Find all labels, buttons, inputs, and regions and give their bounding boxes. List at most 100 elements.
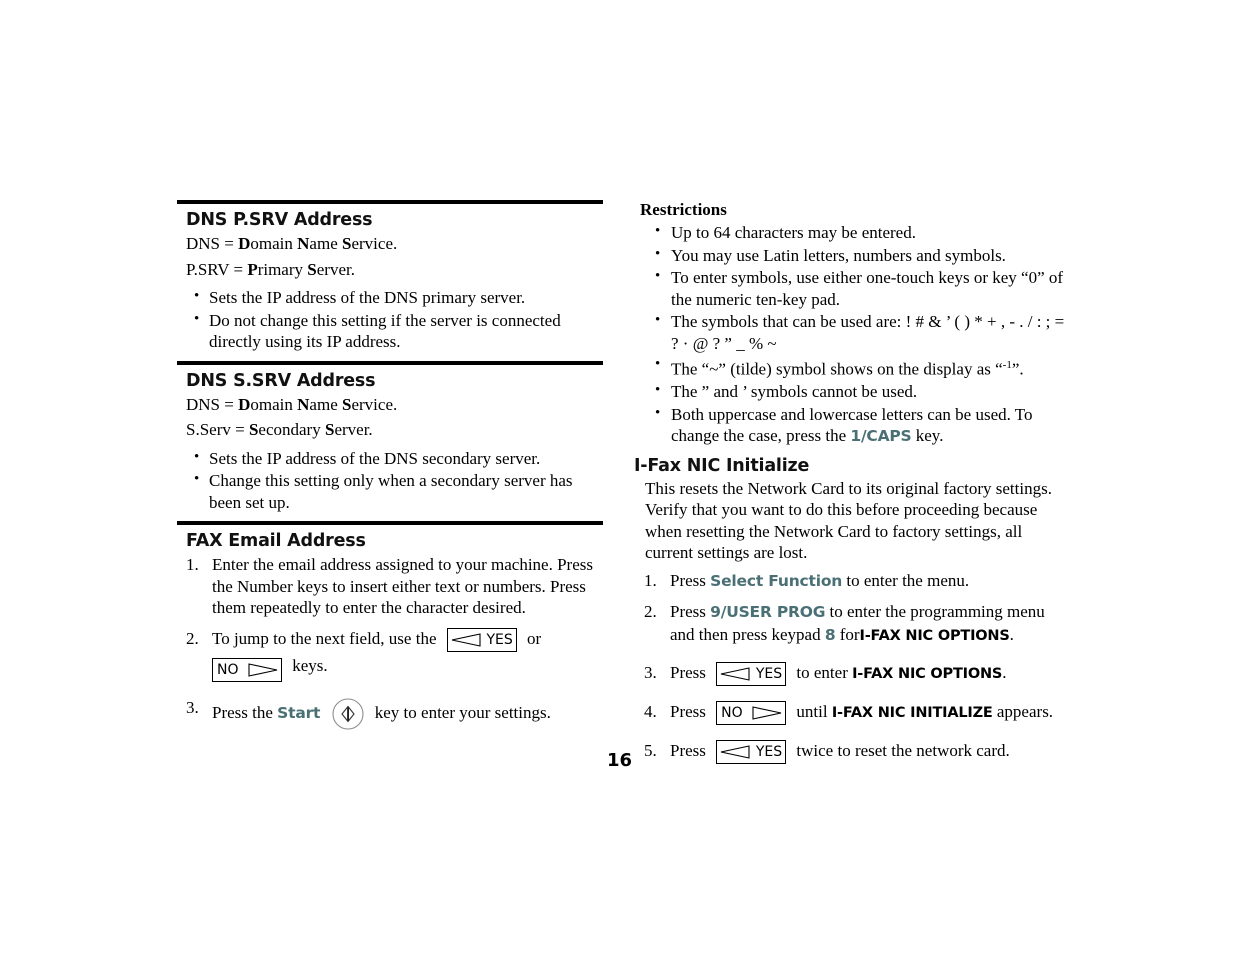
list-item: 3. Press YES to enter I-FAX NIC OPTIONS.: [644, 662, 1065, 687]
manual-page: DNS P.SRV Address DNS = Domain Name Serv…: [0, 0, 1235, 954]
dns-ssrv-definition-1: DNS = Domain Name Service.: [186, 394, 603, 416]
left-triangle-icon: [720, 745, 750, 760]
step-text-before: Press: [670, 663, 706, 683]
start-key-name: Start: [277, 703, 321, 722]
right-column: Restrictions Up to 64 characters may be …: [634, 200, 1065, 773]
list-item: Sets the IP address of the DNS secondary…: [186, 447, 603, 470]
list-item: The “~” (tilde) symbol shows on the disp…: [645, 354, 1065, 380]
menu-name-ifax-nic-initialize: I-FAX NIC INITIALIZE: [831, 705, 993, 722]
step-number: 5.: [644, 741, 657, 761]
def2-text-erver: erver.: [334, 420, 373, 439]
menu-name-ifax-nic-options: I-FAX NIC OPTIONS: [859, 627, 1010, 644]
list-item: 2. Press 9/USER PROG to enter the progra…: [644, 601, 1065, 647]
def-cap-n: N: [297, 234, 310, 253]
list-item: 3. Press the Start key to enter your set…: [186, 697, 603, 731]
right-triangle-icon: [248, 662, 278, 677]
list-item: 1. Press Select Function to enter the me…: [644, 570, 1065, 593]
list-item: Sets the IP address of the DNS primary s…: [186, 286, 603, 309]
left-triangle-icon: [451, 632, 481, 647]
start-key-button[interactable]: [331, 697, 365, 731]
start-icon: [331, 698, 364, 730]
list-item: To enter symbols, use either one-touch k…: [645, 266, 1065, 310]
menu-name-ifax-nic-options: I-FAX NIC OPTIONS: [852, 666, 1003, 683]
yes-key-button[interactable]: YES: [716, 740, 787, 765]
section-rule-top: [177, 200, 603, 204]
def2-text-erver: erver.: [316, 259, 355, 279]
step-text-before: Press: [670, 570, 706, 590]
right-triangle-icon: [752, 706, 782, 721]
step-text-before: To jump to the next field, use the: [212, 628, 437, 648]
tilde-superscript: -1: [1002, 359, 1012, 371]
def-text-omain: omain: [250, 234, 298, 253]
tilde-text-post: ”.: [1011, 359, 1024, 379]
step-number: 3.: [644, 663, 657, 683]
step-text-after: twice to reset the network card.: [796, 741, 1010, 761]
def-cap-n: N: [297, 394, 310, 414]
step-text: Enter the email address assigned to your…: [212, 555, 593, 617]
no-key-button[interactable]: NO: [716, 701, 787, 726]
no-key-label: NO: [217, 661, 239, 678]
step-text-after: appears.: [996, 702, 1054, 722]
list-item: You may use Latin letters, numbers and s…: [645, 244, 1065, 267]
list-item: Change this setting only when a secondar…: [186, 469, 603, 513]
heading-ifax-nic-initialize: I-Fax NIC Initialize: [634, 455, 810, 476]
ifax-intro-paragraph: This resets the Network Card to its orig…: [645, 478, 1052, 563]
dns-ssrv-definition-2: S.Serv = Secondary Server.: [186, 419, 603, 441]
step-text-mid: or: [527, 628, 542, 648]
no-key-button[interactable]: NO: [212, 657, 282, 682]
keypad-8-name: 8: [824, 625, 836, 644]
dns-psrv-definition-2: P.SRV = Primary Server.: [186, 259, 603, 281]
list-item: Do not change this setting if the server…: [186, 309, 603, 353]
section-rule-bottom: [177, 521, 603, 525]
heading-restrictions: Restrictions: [640, 200, 727, 219]
dns-psrv-bullet-list: Sets the IP address of the DNS primary s…: [177, 286, 603, 353]
step-number: 2.: [186, 628, 199, 648]
step-text-before: Press: [670, 741, 706, 761]
def-text-ervice: ervice.: [351, 394, 398, 414]
list-item: 5. Press YES twice to reset the network …: [644, 740, 1065, 765]
left-column: DNS P.SRV Address DNS = Domain Name Serv…: [177, 200, 603, 740]
def-cap-d: D: [238, 234, 251, 253]
yes-key-button[interactable]: YES: [446, 627, 517, 652]
step-number: 4.: [644, 702, 657, 722]
yes-key-button[interactable]: YES: [716, 662, 787, 687]
step-text-after: key to enter your settings.: [374, 702, 551, 722]
step-text-mid: until: [796, 702, 828, 722]
step-text-after: to enter the menu.: [846, 570, 970, 590]
yes-key-label: YES: [755, 744, 783, 761]
list-item: 2. To jump to the next field, use the YE…: [186, 627, 603, 682]
step-text-after: .: [1002, 663, 1007, 683]
page-number: 16: [607, 750, 633, 771]
list-item: Up to 64 characters may be entered.: [645, 221, 1065, 244]
list-item: 1. Enter the email address assigned to y…: [186, 554, 603, 619]
list-item: The symbols that can be used are: ! # & …: [645, 310, 1065, 354]
step-text-before: Press: [670, 702, 706, 722]
def2-cap-s: S: [307, 259, 317, 279]
fax-email-steps: 1. Enter the email address assigned to y…: [177, 554, 603, 731]
step-text-before: Press the: [212, 702, 273, 722]
step-number: 1.: [644, 570, 657, 590]
yes-key-label: YES: [486, 631, 513, 648]
user-prog-key-name: 9/USER PROG: [710, 603, 826, 622]
step-text-before: Press: [670, 602, 706, 622]
left-triangle-icon: [720, 667, 750, 681]
def-text-ervice: ervice.: [351, 234, 398, 253]
step-text-after: .: [1009, 624, 1014, 644]
caps-key-name: 1/CAPS: [850, 427, 912, 446]
list-item: Both uppercase and lowercase letters can…: [645, 403, 1065, 448]
def2-prefix: P.SRV =: [186, 259, 248, 279]
tilde-text-pre: The “~” (tilde) symbol shows on the disp…: [671, 359, 1003, 379]
heading-dns-psrv: DNS P.SRV Address: [186, 210, 373, 230]
restrictions-bullet-list: Up to 64 characters may be entered. You …: [640, 221, 1065, 448]
step-number: 2.: [644, 602, 657, 622]
yes-key-label: YES: [755, 666, 783, 683]
def2-text-rimary: rimary: [257, 259, 308, 279]
heading-dns-ssrv: DNS S.SRV Address: [186, 370, 376, 391]
ifax-steps: 1. Press Select Function to enter the me…: [640, 570, 1065, 765]
def2-text-econdary: econdary: [258, 420, 325, 439]
no-key-label: NO: [721, 705, 743, 722]
def2-cap-s1: S: [248, 420, 259, 439]
def2-cap-p: P: [247, 259, 258, 279]
def-cap-d: D: [238, 394, 251, 414]
step-text-mid: to enter: [796, 663, 848, 683]
